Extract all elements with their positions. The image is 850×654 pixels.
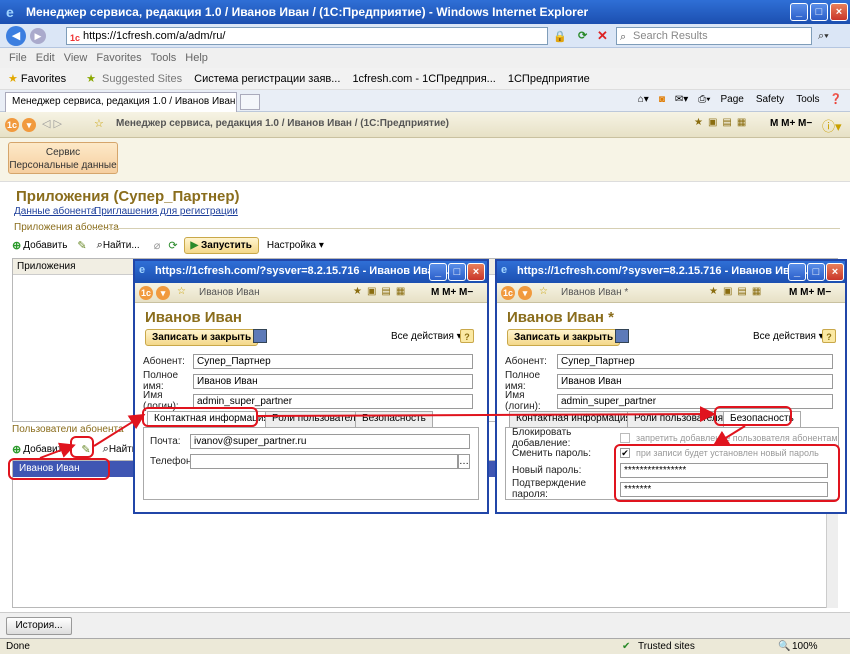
annotation-arrows — [39, 406, 746, 459]
arrow-edit-to-contact-tab — [93, 413, 146, 447]
arrow-contact-to-security — [257, 406, 716, 423]
arrow-security-to-fields — [712, 425, 746, 447]
arrow-row-to-edit — [39, 442, 76, 459]
